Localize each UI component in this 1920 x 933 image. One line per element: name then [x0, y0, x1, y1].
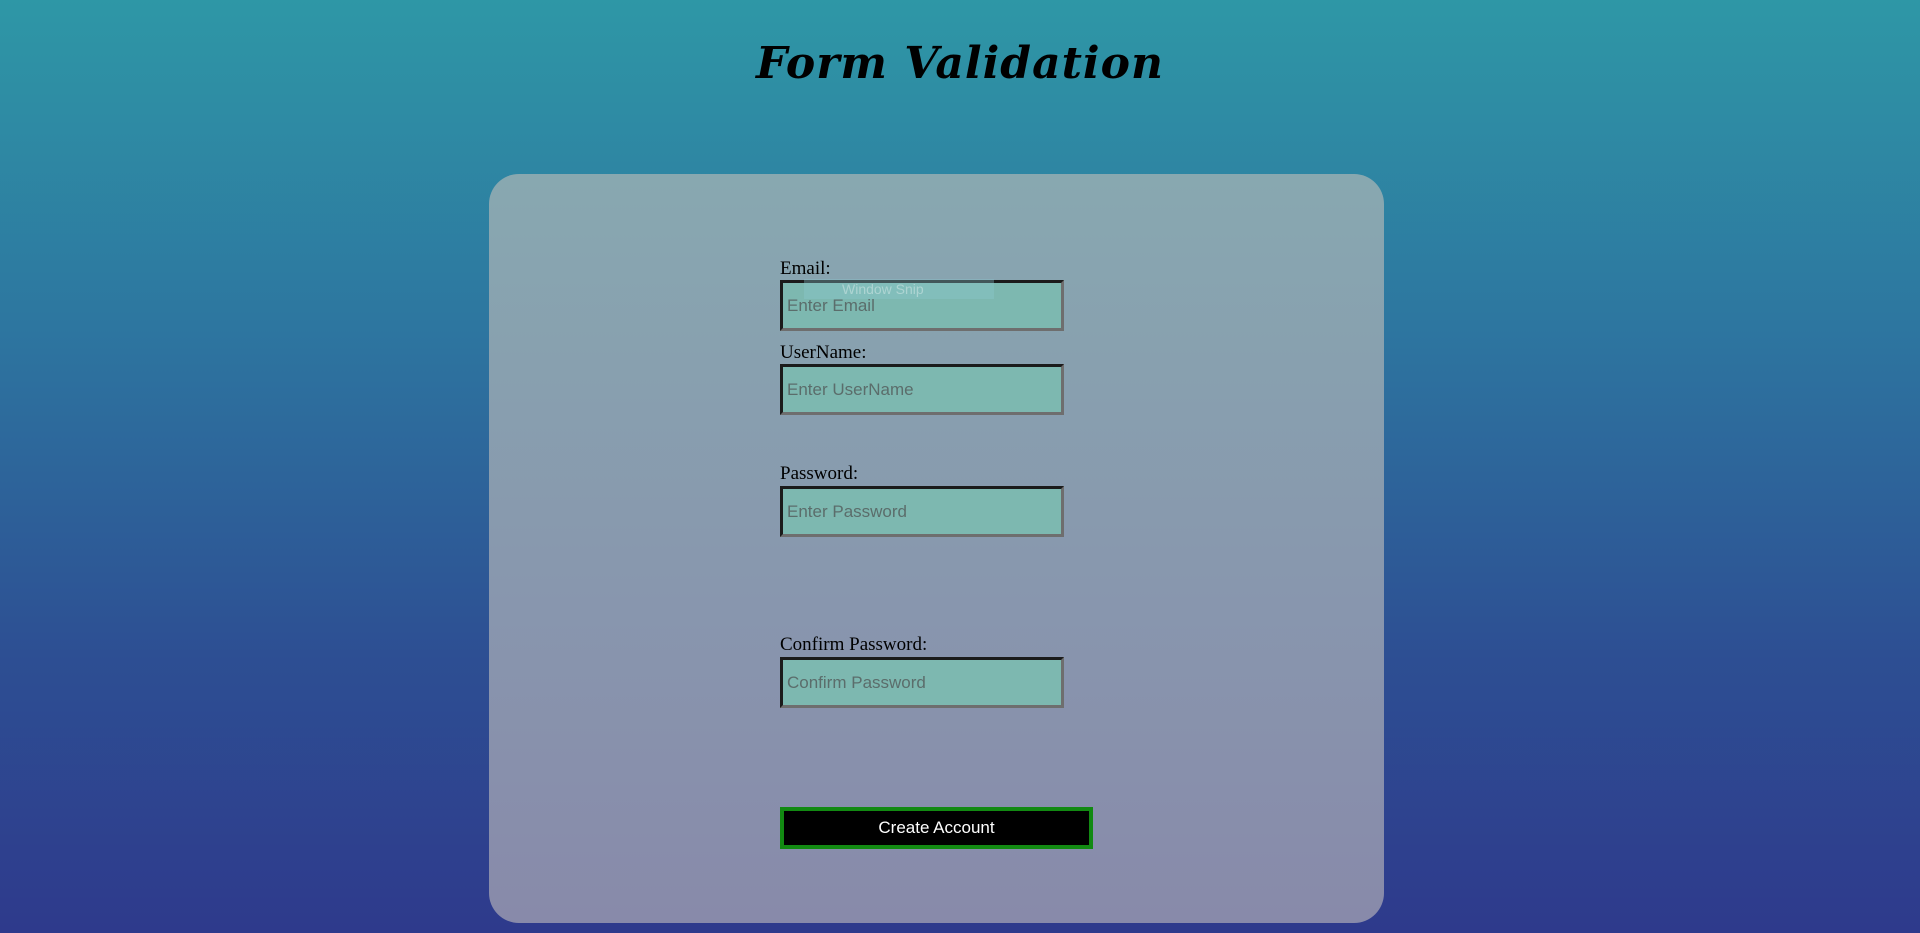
- username-label: UserName:: [780, 342, 867, 363]
- password-label: Password:: [780, 463, 859, 484]
- password-field[interactable]: [780, 486, 1064, 537]
- email-field[interactable]: [780, 280, 1064, 331]
- confirm-password-field[interactable]: [780, 657, 1064, 708]
- confirm-password-label: Confirm Password:: [780, 634, 928, 655]
- username-field[interactable]: [780, 364, 1064, 415]
- signup-form: Email: Window Snip UserName: Password: C…: [489, 174, 1384, 923]
- page-title: Form Validation: [756, 38, 1164, 89]
- email-label: Email:: [780, 258, 831, 279]
- create-account-button[interactable]: Create Account: [780, 807, 1093, 849]
